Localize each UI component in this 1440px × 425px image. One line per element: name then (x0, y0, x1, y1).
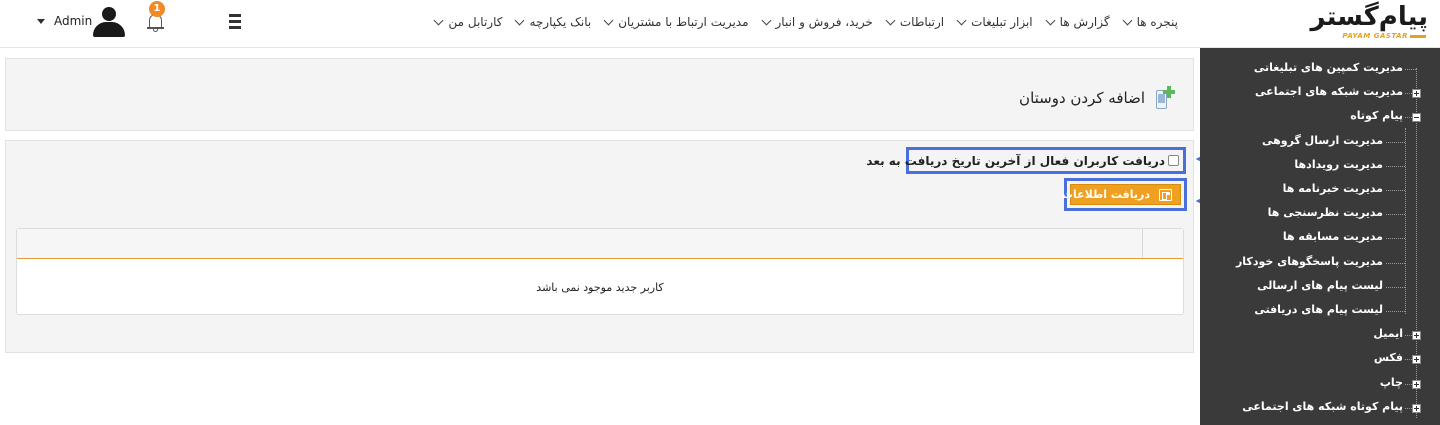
sidebar-item[interactable]: لیست پیام های دریافتی (1254, 303, 1383, 316)
notifications-badge: 1 (149, 1, 165, 17)
chevron-down-icon (956, 15, 967, 25)
menu-crm[interactable]: مدیریت ارتباط با مشتریان (603, 15, 749, 29)
expand-plus-icon[interactable] (1412, 403, 1421, 413)
chevron-down-icon (603, 15, 614, 25)
user-name[interactable]: Admin (54, 14, 92, 28)
page-header-panel: اضافه کردن دوستان (5, 58, 1194, 131)
chevron-down-icon (761, 15, 771, 25)
chevron-down-icon (885, 15, 896, 25)
tree-guide-line (1386, 165, 1405, 167)
chevron-down-icon (515, 15, 525, 25)
table-empty-message: کاربر جدید موجود نمی باشد (536, 281, 664, 294)
menu-sales-inventory-label: خرید، فروش و انبار (775, 15, 873, 29)
sidebar-item[interactable]: پیام کوتاه (1350, 109, 1403, 122)
top-bar: پیام‌گستر PAYAM GASTAR کارتابل من بانک یک… (0, 0, 1440, 48)
menu-windows[interactable]: پنجره ها (1122, 15, 1178, 29)
sidebar-tree: مدیریت کمپین های تبلیغاتی مدیریت شبکه های… (1200, 48, 1440, 425)
sidebar-item[interactable]: مدیریت خبرنامه ها (1283, 182, 1383, 195)
expand-plus-icon[interactable] (1412, 89, 1421, 99)
logo-text-fa: پیام‌گستر (1310, 2, 1429, 32)
sidebar-item[interactable]: مدیریت رویدادها (1294, 158, 1383, 171)
user-avatar-icon[interactable] (93, 7, 125, 37)
active-users-checkbox-label[interactable]: دریافت کاربران فعال از آخرین تاریخ دریاف… (866, 154, 1165, 168)
fetch-data-button[interactable]: دریافت اطلاعات (1062, 184, 1181, 205)
tree-guide-line (1386, 141, 1405, 143)
expand-plus-icon[interactable] (1412, 379, 1421, 389)
tree-guide-line (1405, 69, 1416, 70)
download-data-icon (1159, 189, 1172, 201)
app-logo[interactable]: پیام‌گستر PAYAM GASTAR (1310, 2, 1430, 42)
menu-ad-tools[interactable]: ابزار تبلیغات (956, 15, 1033, 29)
chevron-down-icon (434, 15, 444, 25)
sidebar-item[interactable]: پیام کوتاه شبکه های اجتماعی (1242, 400, 1403, 413)
menu-crm-label: مدیریت ارتباط با مشتریان (618, 15, 749, 29)
fetch-button-highlight-frame: دریافت اطلاعات (1062, 178, 1187, 211)
results-table: کاربر جدید موجود نمی باشد (16, 228, 1184, 315)
active-users-checkbox[interactable] (1168, 155, 1179, 166)
sidebar-item[interactable]: مدیریت ارسال گروهی (1262, 134, 1383, 147)
menu-unified-bank-label: بانک یکپارچه (529, 15, 592, 29)
main-menu: کارتابل من بانک یکپارچه مدیریت ارتباط با م… (421, 0, 1178, 44)
menu-reports-label: گزارش ها (1059, 15, 1110, 29)
user-menu-caret-icon[interactable] (37, 19, 45, 24)
tree-guide-line (1405, 128, 1406, 314)
checkbox-highlight-frame: دریافت کاربران فعال از آخرین تاریخ دریاف… (866, 147, 1186, 174)
sidebar-item[interactable]: ایمیل (1373, 327, 1403, 340)
sidebar-item[interactable]: مدیریت کمپین های تبلیغاتی (1254, 61, 1403, 74)
hamburger-menu-icon[interactable] (229, 14, 241, 30)
tree-guide-line (1386, 262, 1405, 264)
expand-plus-icon[interactable] (1412, 355, 1421, 365)
sidebar-item[interactable]: مدیریت پاسخگوهای خودکار (1236, 255, 1383, 268)
sidebar-item[interactable]: مدیریت مسابقه ها (1283, 230, 1383, 243)
sidebar-item[interactable]: مدیریت نظرسنجی ها (1268, 206, 1383, 219)
collapse-minus-icon[interactable] (1412, 113, 1421, 123)
menu-windows-label: پنجره ها (1136, 15, 1178, 29)
chevron-down-icon (1045, 15, 1056, 25)
sidebar-item[interactable]: چاپ (1380, 376, 1403, 389)
tree-guide-line (1386, 238, 1405, 240)
sidebar-item[interactable]: لیست پیام های ارسالی (1257, 279, 1383, 292)
sidebar: مدیریت کمپین های تبلیغاتی مدیریت شبکه های… (1200, 48, 1440, 425)
tree-guide-line (1386, 311, 1405, 312)
menu-communications[interactable]: ارتباطات (885, 15, 945, 29)
tree-guide-line (1386, 214, 1405, 216)
logo-accent-bar (1410, 35, 1426, 38)
tree-guide-line (1386, 286, 1405, 288)
add-contact-phone-icon (1155, 85, 1175, 111)
menu-communications-label: ارتباطات (899, 15, 945, 29)
menu-reports[interactable]: گزارش ها (1045, 15, 1110, 29)
menu-cartable[interactable]: کارتابل من (434, 15, 503, 29)
sidebar-item[interactable]: مدیریت شبکه های اجتماعی (1255, 85, 1403, 98)
chevron-down-icon (1122, 15, 1133, 25)
logo-text-en: PAYAM GASTAR (1342, 32, 1408, 40)
menu-sales-inventory[interactable]: خرید، فروش و انبار (761, 15, 873, 29)
table-header (17, 229, 1183, 259)
menu-unified-bank[interactable]: بانک یکپارچه (515, 15, 592, 29)
expand-plus-icon[interactable] (1412, 331, 1421, 341)
tree-guide-line (1386, 190, 1405, 191)
sidebar-item[interactable]: فکس (1374, 351, 1403, 364)
page-title: اضافه کردن دوستان (1019, 89, 1145, 107)
menu-cartable-label: کارتابل من (448, 15, 503, 29)
fetch-data-button-label: دریافت اطلاعات (1061, 188, 1150, 201)
menu-ad-tools-label: ابزار تبلیغات (971, 15, 1033, 29)
